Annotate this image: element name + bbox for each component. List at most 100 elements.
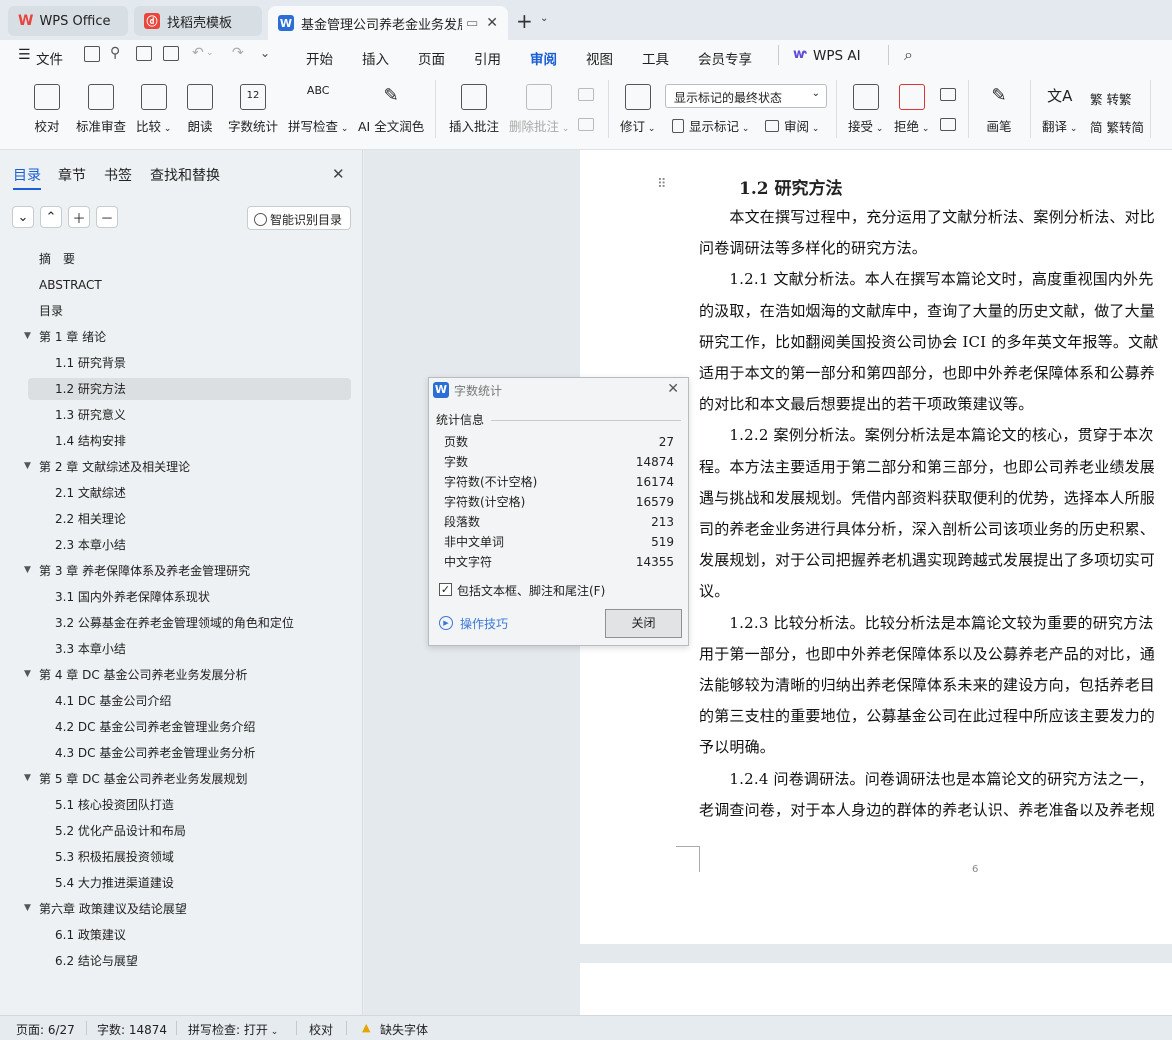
undo-icon[interactable]: ↶ [192,45,204,61]
toc-chapter-item[interactable]: 第 3 章 养老保障体系及养老金管理研究 [39,560,250,582]
toc-chapter-item[interactable]: 第 4 章 DC 基金公司养老业务发展分析 [39,664,248,686]
tab-wps-office[interactable]: W WPS Office [8,6,128,36]
toc-item[interactable]: ABSTRACT [39,274,102,296]
toc-item[interactable]: 1.4 结构安排 [55,430,126,452]
proofread-indicator[interactable]: 校对 [309,1021,333,1038]
convert-traditional-button[interactable]: 繁 转繁 [1090,89,1132,108]
toc-item[interactable]: 6.1 政策建议 [55,924,126,946]
toc-item[interactable]: 5.3 积极拓展投资领域 [55,846,174,868]
tab-document[interactable]: W 基金管理公司养老金业务发展 ▭ ✕ [268,6,508,40]
expand-caret-icon[interactable]: ▼ [24,903,31,913]
tab-templates[interactable]: ⓓ 找稻壳模板 [134,6,262,36]
reject-button[interactable]: 拒绝 ⌄ [894,82,929,135]
expand-caret-icon[interactable]: ▼ [24,669,31,679]
hamburger-icon[interactable]: ☰ [18,47,31,63]
search-icon[interactable]: ⌕ [904,45,913,65]
spell-check-indicator[interactable]: 拼写检查: 打开 ⌄ [188,1021,278,1038]
menu-insert[interactable]: 插入 [362,48,389,68]
review-pane-button[interactable]: 审阅 ⌄ [765,116,819,135]
print-icon[interactable] [136,46,152,61]
more-chevron-icon[interactable]: ⌄ [260,46,270,60]
smart-toc-button[interactable]: 智能识别目录 [247,206,351,230]
toc-item[interactable]: 5.2 优化产品设计和布局 [55,820,186,842]
add-heading-button[interactable]: ＋ [68,206,90,228]
read-aloud-button[interactable]: 朗读 [187,82,213,135]
collapse-all-button[interactable]: ⌄ [12,206,34,228]
toc-chapter-item[interactable]: 第 1 章 绪论 [39,326,106,348]
show-markup-button[interactable]: 显示标记 ⌄ [672,116,749,135]
next-change-icon[interactable] [940,118,956,131]
toc-chapter-item[interactable]: 第 5 章 DC 基金公司养老业务发展规划 [39,768,248,790]
word-count-indicator[interactable]: 字数: 14874 [97,1021,167,1038]
toc-item[interactable]: 4.1 DC 基金公司介绍 [55,690,171,712]
toc-item[interactable]: 2.1 文献综述 [55,482,126,504]
toc-chapter-item[interactable]: 第六章 政策建议及结论展望 [39,898,187,920]
save-icon[interactable] [84,46,100,62]
toc-item[interactable]: 3.1 国内外养老保障体系现状 [55,586,210,608]
compare-button[interactable]: 比较 ⌄ [136,82,171,135]
tab-list-chevron-icon[interactable]: ⌄ [540,13,548,24]
include-textbox-checkbox[interactable]: ✓ [439,583,452,596]
menu-page[interactable]: 页面 [418,48,445,68]
tab-toc[interactable]: 目录 [13,165,41,190]
toc-item[interactable]: 5.4 大力推进渠道建设 [55,872,174,894]
expand-caret-icon[interactable]: ▼ [24,773,31,783]
toc-item[interactable]: 2.3 本章小结 [55,534,126,556]
tab-find-replace[interactable]: 查找和替换 [150,165,220,185]
close-button[interactable]: 关闭 [605,609,682,638]
dialog-close-icon[interactable]: ✕ [667,381,679,397]
undo-dropdown-icon[interactable]: ⌄ [206,48,214,58]
accept-button[interactable]: 接受 ⌄ [848,82,883,135]
menu-home[interactable]: 开始 [306,48,333,68]
previous-change-icon[interactable] [940,88,956,101]
expand-caret-icon[interactable]: ▼ [24,565,31,575]
share-icon[interactable]: ⚲ [110,45,120,61]
close-tab-icon[interactable]: ✕ [486,15,498,31]
toc-item[interactable]: 4.2 DC 基金公司养老金管理业务介绍 [55,716,255,738]
new-tab-button[interactable]: + [516,9,533,33]
toc-chapter-item[interactable]: 第 2 章 文献综述及相关理论 [39,456,190,478]
standard-review-button[interactable]: 标准审查 [76,82,126,135]
tab-bookmarks[interactable]: 书签 [104,165,132,185]
toc-item[interactable]: 3.3 本章小结 [55,638,126,660]
delete-comment-button[interactable]: 删除批注 ⌄ [509,82,569,135]
toc-item[interactable]: 1.3 研究意义 [55,404,126,426]
expand-caret-icon[interactable]: ▼ [24,461,31,471]
menu-member[interactable]: 会员专享 [698,48,752,68]
word-count-button[interactable]: 12 字数统计 [228,82,278,135]
print-preview-icon[interactable] [163,46,179,61]
toc-item[interactable]: 3.2 公募基金在养老金管理领域的角色和定位 [55,612,294,634]
menu-file[interactable]: 文件 [36,48,63,68]
insert-comment-button[interactable]: 插入批注 [449,82,499,135]
translate-button[interactable]: 文A 翻译 ⌄ [1042,82,1077,135]
close-pane-icon[interactable]: ✕ [332,165,345,183]
expand-up-button[interactable]: ⌃ [40,206,62,228]
remove-heading-button[interactable]: － [96,206,118,228]
toc-item[interactable]: 6.2 结论与展望 [55,950,138,972]
convert-simplified-button[interactable]: 简 繁转简 [1090,117,1144,136]
toc-item[interactable]: 1.1 研究背景 [55,352,126,374]
spell-check-button[interactable]: ABC 拼写检查 ⌄ [288,82,348,135]
revise-button[interactable]: 修订 ⌄ [620,82,655,135]
menu-view[interactable]: 视图 [586,48,613,68]
menu-tools[interactable]: 工具 [642,48,669,68]
menu-review[interactable]: 审阅 [530,48,557,75]
redo-icon[interactable]: ↷ [232,45,244,61]
toc-item[interactable]: 5.1 核心投资团队打造 [55,794,174,816]
toc-item[interactable]: 摘 要 [39,248,75,270]
page-indicator[interactable]: 页面: 6/27 [16,1021,75,1038]
drag-handle-icon[interactable]: ⠿ [657,177,666,192]
menu-wps-ai[interactable]: WPS AI [813,48,861,64]
expand-caret-icon[interactable]: ▼ [24,331,31,341]
tips-link[interactable]: 操作技巧 [460,615,508,632]
menu-references[interactable]: 引用 [474,48,501,68]
tab-sections[interactable]: 章节 [58,165,86,185]
proofread-button[interactable]: 校对 [34,82,60,135]
pen-button[interactable]: ✎ 画笔 [986,82,1012,135]
toc-item[interactable]: 目录 [39,300,63,322]
ai-polish-button[interactable]: ✎ AI 全文润色 [358,82,424,135]
toc-item[interactable]: 2.2 相关理论 [55,508,126,530]
previous-comment-icon[interactable] [578,88,594,101]
monitor-icon[interactable]: ▭ [466,16,478,31]
missing-font-indicator[interactable]: 缺失字体 [380,1021,428,1038]
